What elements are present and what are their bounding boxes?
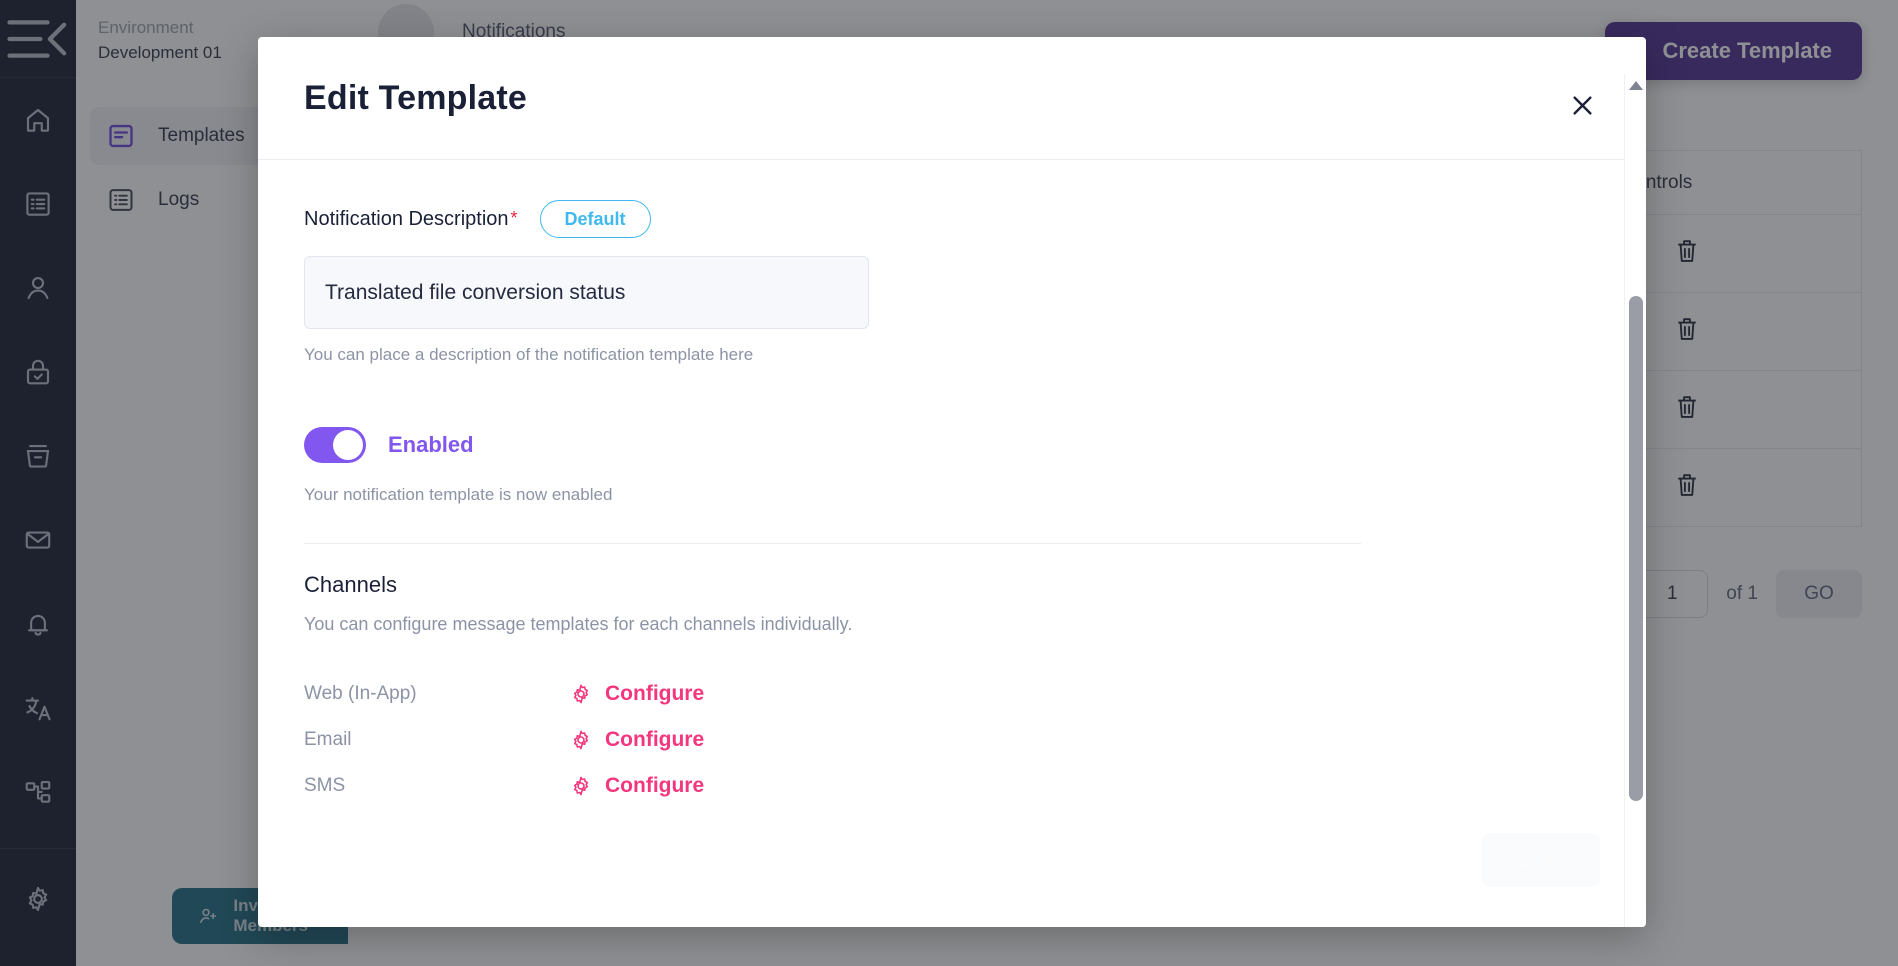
notification-description-input[interactable]: Translated file conversion status	[304, 256, 869, 329]
edit-template-modal: Edit Template Notification Description * …	[258, 37, 1646, 927]
gear-icon	[573, 730, 589, 750]
configure-link[interactable]: Configure	[569, 728, 704, 752]
modal-scrollbar[interactable]	[1624, 74, 1646, 927]
channel-row: SMS Configure	[304, 763, 1600, 809]
enabled-toggle-row: Enabled	[304, 427, 1600, 463]
required-asterisk: *	[510, 207, 518, 228]
close-button[interactable]	[1564, 87, 1600, 123]
close-icon	[1572, 95, 1592, 115]
configure-label: Configure	[605, 682, 705, 705]
modal-body: Notification Description * Default Transl…	[258, 160, 1646, 927]
description-label-row: Notification Description * Default	[304, 200, 1600, 238]
modal-title: Edit Template	[304, 78, 528, 117]
section-divider	[304, 543, 1361, 544]
channel-name: Email	[304, 729, 352, 750]
configure-link[interactable]: Configure	[569, 682, 704, 706]
channel-name: SMS	[304, 775, 346, 796]
notification-description-text: Notification Description	[304, 207, 509, 230]
scroll-up-button[interactable]	[1625, 74, 1647, 96]
notification-description-label: Notification Description *	[304, 208, 518, 231]
toggle-knob	[333, 430, 363, 460]
modal-header: Edit Template	[258, 37, 1646, 160]
enabled-helper-text: Your notification template is now enable…	[304, 485, 613, 504]
app-root: Environment Development 01 Templates	[0, 0, 1898, 966]
gear-icon	[573, 684, 589, 704]
configure-label: Configure	[605, 728, 705, 751]
channels-list: Web (In-App) Configure Email Configure SMS Co…	[304, 671, 1600, 809]
enabled-toggle[interactable]	[304, 427, 366, 463]
save-button[interactable]: Save	[1482, 833, 1600, 887]
description-helper-text: You can place a description of the notif…	[304, 345, 754, 364]
configure-label: Configure	[605, 774, 705, 797]
scrollbar-thumb[interactable]	[1628, 296, 1643, 801]
channel-name: Web (In-App)	[304, 683, 417, 704]
channel-row: Web (In-App) Configure	[304, 671, 1600, 717]
channel-row: Email Configure	[304, 717, 1600, 763]
chevron-up-icon	[1628, 80, 1643, 90]
gear-icon	[573, 776, 589, 796]
scrollbar-track[interactable]	[1625, 96, 1647, 927]
configure-link[interactable]: Configure	[569, 774, 704, 798]
channels-subtitle: You can configure message templates for …	[304, 614, 853, 634]
channels-title: Channels	[304, 572, 397, 597]
enabled-toggle-label: Enabled	[388, 432, 474, 457]
default-badge[interactable]: Default	[539, 200, 651, 238]
